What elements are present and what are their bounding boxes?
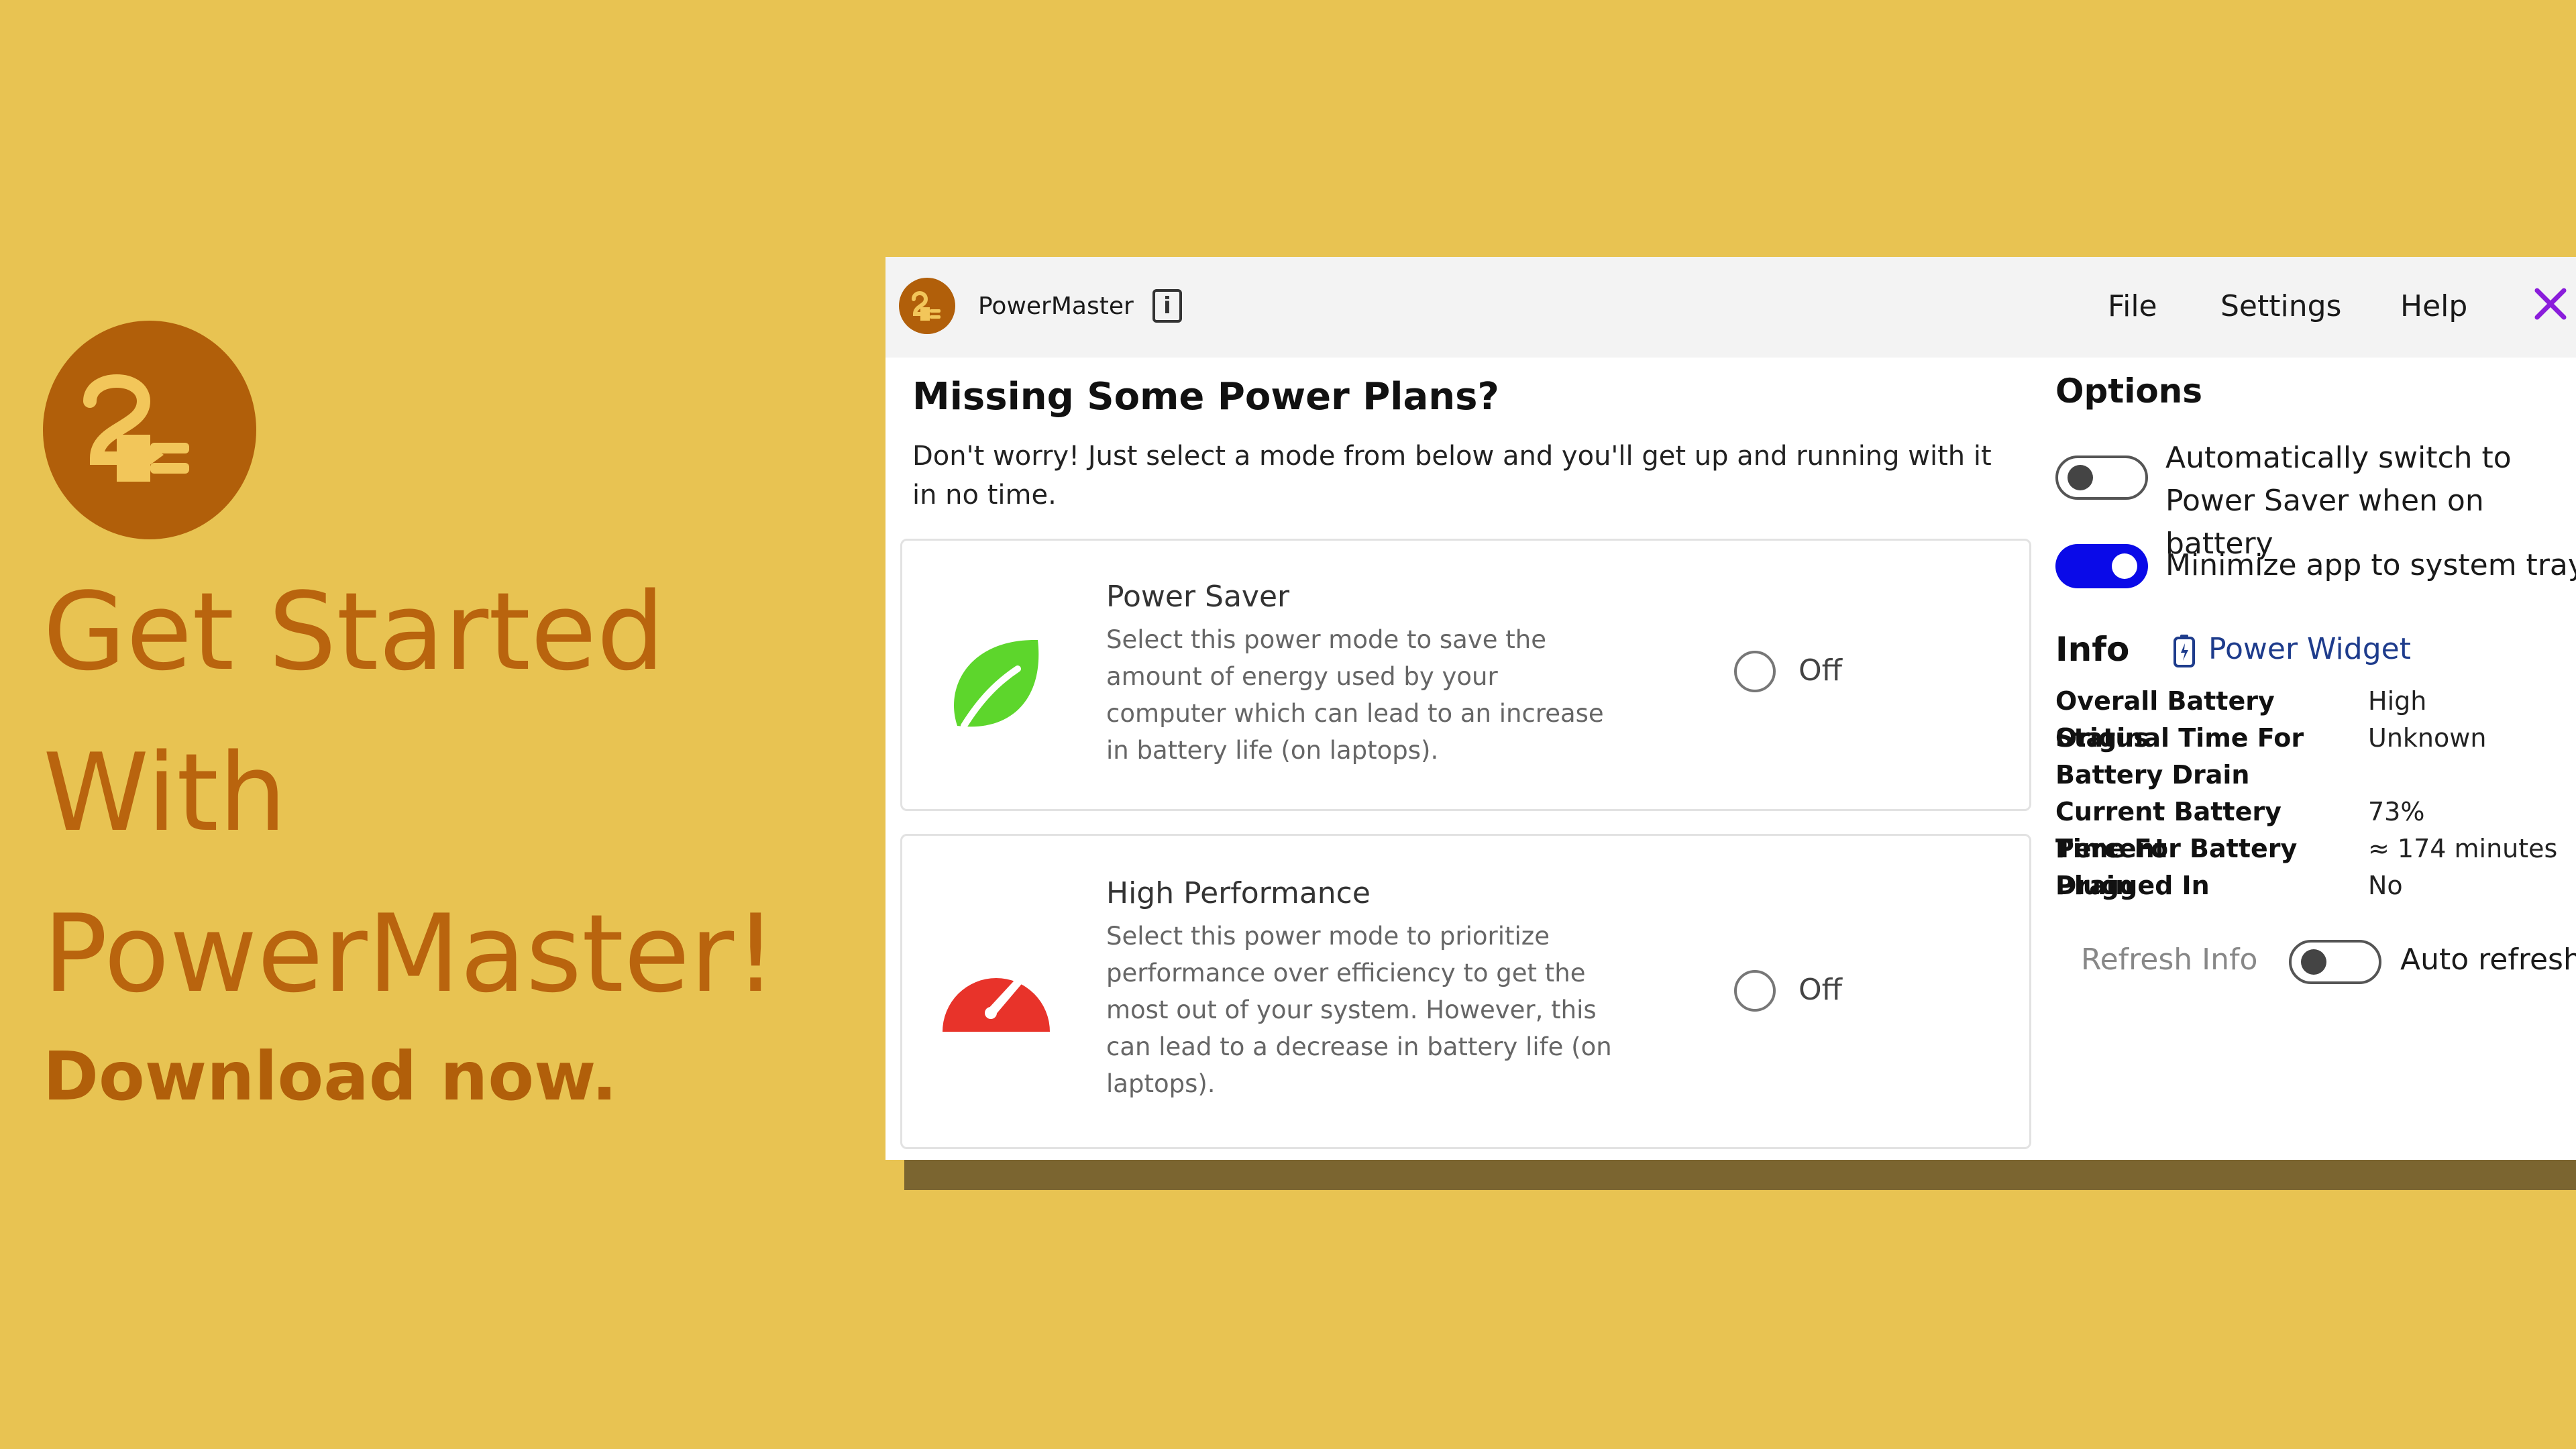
plan-title: High Performance xyxy=(1106,876,1371,910)
about-info-button[interactable]: i xyxy=(1152,289,1182,323)
info-key: Original Time For Battery Drain xyxy=(2055,723,2304,790)
toggle-knob xyxy=(2301,949,2326,975)
leaf-icon xyxy=(954,639,1039,729)
menu-settings[interactable]: Settings xyxy=(2220,289,2341,324)
info-value: High xyxy=(2368,686,2427,716)
plan-title: Power Saver xyxy=(1106,580,1290,614)
toggle-knob xyxy=(2068,465,2093,490)
plan-state-label: Off xyxy=(1799,973,1842,1007)
info-value: No xyxy=(2368,871,2403,900)
high-performance-card[interactable]: High Performance Select this power mode … xyxy=(900,834,2031,1149)
info-value: Unknown xyxy=(2368,723,2487,753)
auto-switch-toggle[interactable] xyxy=(2055,455,2148,500)
power-saver-card[interactable]: Power Saver Select this power mode to sa… xyxy=(900,539,2031,811)
auto-refresh-label: Auto refresh xyxy=(2400,943,2576,977)
page-subheading: Don't worry! Just select a mode from bel… xyxy=(912,441,1992,511)
app-icon xyxy=(899,278,955,334)
high-performance-radio[interactable] xyxy=(1734,970,1776,1012)
promo-logo xyxy=(43,321,256,539)
plan-description: Select this power mode to save the amoun… xyxy=(1106,625,1604,765)
close-button[interactable] xyxy=(2530,284,2571,324)
power-saver-radio[interactable] xyxy=(1734,651,1776,692)
info-value: ≈ 174 minutes xyxy=(2368,834,2558,863)
menu-help[interactable]: Help xyxy=(2400,289,2467,324)
power-widget-label: Power Widget xyxy=(2208,632,2411,666)
app-window: PowerMaster i File Settings Help Missing… xyxy=(885,257,2576,1160)
title-bar[interactable]: PowerMaster i File Settings Help xyxy=(885,257,2576,358)
plan-state-label: Off xyxy=(1799,653,1842,688)
minimize-to-tray-label: Minimize app to system tray xyxy=(2165,548,2576,582)
page-heading: Missing Some Power Plans? xyxy=(912,375,1499,419)
info-key: Plugged In xyxy=(2055,871,2210,900)
promo-headline-line: With xyxy=(43,730,287,855)
auto-refresh-toggle[interactable] xyxy=(2289,940,2381,984)
power-widget-link[interactable]: Power Widget xyxy=(2174,629,2411,670)
close-icon xyxy=(2534,288,2567,320)
minimize-to-tray-toggle[interactable] xyxy=(2055,544,2148,588)
app-title: PowerMaster xyxy=(978,292,1134,320)
refresh-info-button[interactable]: Refresh Info xyxy=(2081,940,2257,980)
promo-headline-line: Get Started xyxy=(43,569,665,694)
promo-headline-line: PowerMaster! xyxy=(43,891,777,1016)
speedometer-icon xyxy=(943,975,1050,1032)
info-value: 73% xyxy=(2368,797,2425,826)
menu-file[interactable]: File xyxy=(2108,289,2157,324)
toggle-knob xyxy=(2112,553,2137,579)
plug-logo-icon xyxy=(83,374,189,482)
window-shadow xyxy=(904,1158,2576,1190)
plug-icon xyxy=(912,291,941,321)
info-heading: Info xyxy=(2055,630,2130,669)
plan-description: Select this power mode to prioritize per… xyxy=(1106,922,1612,1098)
options-heading: Options xyxy=(2055,372,2203,411)
promo-headline: Get Started With PowerMaster! xyxy=(43,551,888,1034)
download-cta[interactable]: Download now. xyxy=(43,1033,617,1120)
